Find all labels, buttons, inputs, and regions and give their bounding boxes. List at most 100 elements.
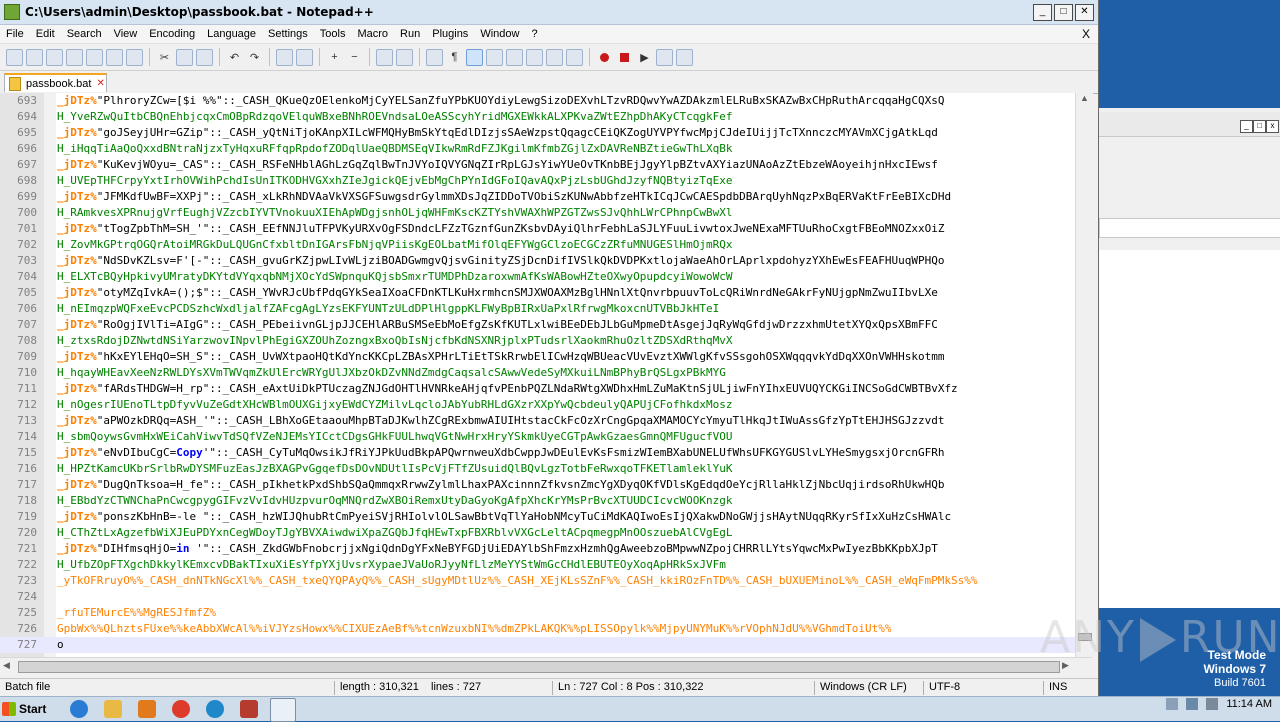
edge-icon[interactable]: [206, 700, 224, 718]
code-line[interactable]: 698 H_UVEpTHFCrpyYxtIrhOVWihPchdIsUnITKOD…: [0, 173, 1075, 189]
code-line[interactable]: 705 _jDTz%"otyMZqIvkA=();$"::_CASH_YWvRJc…: [0, 285, 1075, 301]
bg-close-icon[interactable]: x: [1266, 120, 1279, 133]
code-line[interactable]: 717 _jDTz%"DugQnTksoa=H_fe"::_CASH_pIkhet…: [0, 477, 1075, 493]
menu-settings[interactable]: Settings: [262, 28, 314, 40]
menu-edit[interactable]: Edit: [30, 28, 61, 40]
code-line[interactable]: 725 _rfuTEMurcE%%MgRESJfmfZ%: [0, 605, 1075, 621]
code-line[interactable]: 726 GpbWx%%QLhztsFUxe%%keAbbXWcAl%%iVJYzs…: [0, 621, 1075, 637]
folder-workspace-icon[interactable]: [546, 48, 563, 66]
code-line[interactable]: 709 _jDTz%"hKxEYlEHqO=SH_S"::_CASH_UvWXtp…: [0, 349, 1075, 365]
code-line[interactable]: 702 H_ZovMkGPtrqOGQrAtoiMRGkDuLQUGnCfxblt…: [0, 237, 1075, 253]
word-wrap-icon[interactable]: [426, 48, 443, 66]
menu-tools[interactable]: Tools: [314, 28, 352, 40]
redo-icon[interactable]: ↷: [246, 49, 263, 66]
horizontal-scroll-thumb[interactable]: [18, 661, 1060, 673]
file-explorer-icon[interactable]: [104, 700, 122, 718]
menu-search[interactable]: Search: [61, 28, 108, 40]
code-line[interactable]: 693 _jDTz%"PlhroryZCw=[$i %%"::_CASH_QKue…: [0, 93, 1075, 109]
code-line[interactable]: 701 _jDTz%"tTogZpbThM=SH_'"::_CASH_EEfNNJ…: [0, 221, 1075, 237]
play-macro-icon[interactable]: ▶: [636, 49, 653, 66]
code-line[interactable]: 708 H_ztxsRdojDZNwtdNSiYarzwovINpvlPhEgiG…: [0, 333, 1075, 349]
menu-macro[interactable]: Macro: [351, 28, 394, 40]
function-list-icon[interactable]: [526, 48, 543, 66]
undo-icon[interactable]: ↶: [226, 49, 243, 66]
code-line[interactable]: 720 H_CThZtLxAgzefbWiXJEuPDYxnCegWDoyTJgY…: [0, 525, 1075, 541]
find-icon[interactable]: [276, 48, 293, 66]
monitoring-icon[interactable]: [566, 48, 583, 66]
code-line[interactable]: 712 H_nOgesrIUEnoTLtpDfyvVuZeGdtXHcWBlmOU…: [0, 397, 1075, 413]
record-macro-icon[interactable]: [596, 49, 613, 66]
code-line[interactable]: 704 H_ELXTcBQyHpkivyUMratyDKYtdVYqxqbNMjX…: [0, 269, 1075, 285]
cut-icon[interactable]: ✂: [156, 49, 173, 66]
menu-window[interactable]: Window: [474, 28, 525, 40]
close-all-icon[interactable]: [106, 48, 123, 66]
horizontal-scrollbar[interactable]: ◀ ▶: [0, 657, 1092, 675]
scroll-left-arrow-icon[interactable]: ◀: [3, 660, 10, 671]
code-line[interactable]: 710 H_hqayWHEavXeeNzRWLDYsXVmTWVqmZkUlErc…: [0, 365, 1075, 381]
title-bar[interactable]: C:\Users\admin\Desktop\passbook.bat - No…: [0, 0, 1098, 25]
bg-minimize-icon[interactable]: _: [1240, 120, 1253, 133]
scroll-up-arrow-icon[interactable]: ▲: [1076, 93, 1093, 109]
tray-flag-icon[interactable]: [1166, 698, 1179, 710]
code-line[interactable]: 711 _jDTz%"fARdsTHDGW=H_rp"::_CASH_eAxtUi…: [0, 381, 1075, 397]
stop-macro-icon[interactable]: [616, 49, 633, 66]
code-line[interactable]: 719 _jDTz%"ponszKbHnB=-le "::_CASH_hzWIJQ…: [0, 509, 1075, 525]
save-macro-icon[interactable]: [676, 48, 693, 66]
code-line[interactable]: 715 _jDTz%"eNvDIbuCgC=Copy'"::_CASH_CyTuM…: [0, 445, 1075, 461]
tab-close-icon[interactable]: ✕: [96, 78, 104, 89]
tray-network-icon[interactable]: [1186, 698, 1199, 710]
open-file-icon[interactable]: [26, 48, 43, 66]
copy-icon[interactable]: [176, 48, 193, 66]
paste-icon[interactable]: [196, 48, 213, 66]
replace-icon[interactable]: [296, 48, 313, 66]
media-player-icon[interactable]: [138, 700, 156, 718]
code-line[interactable]: 727 o: [0, 637, 1075, 653]
start-button[interactable]: Start: [2, 699, 54, 719]
minimize-button[interactable]: _: [1033, 3, 1052, 21]
code-line[interactable]: 716 H_HPZtKamcUKbrSrlbRwDYSMFuzEasJzBXAGP…: [0, 461, 1075, 477]
menu-file[interactable]: File: [0, 28, 30, 40]
close-button[interactable]: ✕: [1075, 3, 1094, 21]
code-line[interactable]: 695 _jDTz%"goJSeyjUHr=GZip"::_CASH_yQtNiT…: [0, 125, 1075, 141]
editor-area[interactable]: 693 _jDTz%"PlhroryZCw=[$i %%"::_CASH_QKue…: [0, 93, 1075, 657]
menu-encoding[interactable]: Encoding: [143, 28, 201, 40]
code-line[interactable]: 703 _jDTz%"NdSDvKZLsv=F'[-"::_CASH_gvuGrK…: [0, 253, 1075, 269]
code-line[interactable]: 723 _yTkOFRruyO%%_CASH_dnNTkNGcXl%%_CASH_…: [0, 573, 1075, 589]
zoom-in-icon[interactable]: +: [326, 49, 343, 66]
print-icon[interactable]: [126, 48, 143, 66]
code-line[interactable]: 697 _jDTz%"KuKevjWOyu=_CAS"::_CASH_RSFeNH…: [0, 157, 1075, 173]
code-line[interactable]: 699 _jDTz%"JFMKdfUwBF=XXPj"::_CASH_xLkRhN…: [0, 189, 1075, 205]
close-document-x[interactable]: X: [1082, 27, 1090, 41]
code-line[interactable]: 714 H_sbmQoywsGvmHxWEiCahViwvTdSQfVZeNJEM…: [0, 429, 1075, 445]
close-file-icon[interactable]: [86, 48, 103, 66]
doc-map-icon[interactable]: [506, 48, 523, 66]
sync-vertical-icon[interactable]: [376, 48, 393, 66]
internet-explorer-icon[interactable]: [70, 700, 88, 718]
zoom-out-icon[interactable]: −: [346, 49, 363, 66]
code-line[interactable]: 694 H_YveRZwQuItbCBQnEhbjcqxCmOBpRdzqoVEl…: [0, 109, 1075, 125]
menu-help[interactable]: ?: [525, 28, 543, 40]
tab-passbook-bat[interactable]: passbook.bat ✕: [4, 73, 107, 92]
menu-language[interactable]: Language: [201, 28, 262, 40]
menu-run[interactable]: Run: [394, 28, 426, 40]
udl-icon[interactable]: [486, 48, 503, 66]
save-icon[interactable]: [46, 48, 63, 66]
code-line[interactable]: 713 _jDTz%"aPWOzkDRQq=ASH_'"::_CASH_LBhXo…: [0, 413, 1075, 429]
code-line[interactable]: 707 _jDTz%"RoOgjIVlTi=AIgG"::_CASH_PEbeii…: [0, 317, 1075, 333]
indent-guide-icon[interactable]: [466, 48, 483, 66]
code-line[interactable]: 724: [0, 589, 1075, 605]
vertical-scrollbar[interactable]: ▲: [1075, 93, 1093, 657]
play-multiple-icon[interactable]: [656, 48, 673, 66]
menu-plugins[interactable]: Plugins: [426, 28, 474, 40]
maximize-button[interactable]: □: [1054, 3, 1073, 21]
code-line[interactable]: 706 H_nEImqzpWQFxeEvcPCDSzhcWxdljalfZAFcg…: [0, 301, 1075, 317]
app-grid-icon[interactable]: [240, 700, 258, 718]
notepadpp-taskbar-icon[interactable]: [270, 698, 296, 722]
tray-volume-icon[interactable]: [1206, 698, 1219, 710]
code-line[interactable]: 700 H_RAmkvesXPRnujgVrfEughjVZzcbIYVTVnok…: [0, 205, 1075, 221]
save-all-icon[interactable]: [66, 48, 83, 66]
code-line[interactable]: 696 H_iHqqTiAaQoQxxdBNtraNjzxTyHqxuRFfqpR…: [0, 141, 1075, 157]
code-line[interactable]: 718 H_EBbdYzCTWNChaPnCwcgpygGIFvzVvIdvHUz…: [0, 493, 1075, 509]
show-all-chars-icon[interactable]: ¶: [446, 49, 463, 66]
clock[interactable]: 11:14 AM: [1226, 698, 1272, 710]
